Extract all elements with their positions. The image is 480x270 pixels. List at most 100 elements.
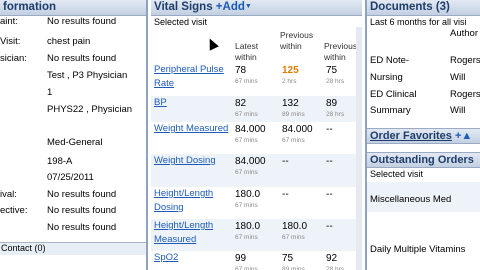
vital-name-link[interactable]: BP: [154, 96, 232, 110]
outstanding-orders-header: Outstanding Orders: [367, 152, 480, 168]
vital-time: 2 hrs: [282, 78, 297, 85]
vital-time: 67 mins: [235, 169, 258, 176]
add-favorite-icon[interactable]: +▲: [455, 130, 472, 142]
info-row-value: No results found: [47, 16, 117, 27]
document-name: Nursing: [370, 72, 403, 83]
vital-cell-prev: 84.000 67 mins: [282, 124, 313, 146]
vital-time: 67 mins: [235, 202, 258, 209]
vital-time: 67 mins: [235, 78, 258, 85]
vital-value: 180.0: [235, 189, 261, 200]
info-row-value: 198-A: [47, 156, 73, 167]
vital-value: --: [326, 124, 333, 135]
vital-value: 89: [326, 98, 338, 109]
vital-name-link[interactable]: Height/Length Measured: [154, 219, 232, 247]
documents-count: (3): [435, 1, 450, 13]
outstanding-orders-title: Outstanding Orders: [370, 154, 474, 166]
vital-time: 67 mins: [235, 111, 258, 118]
info-row-value: No results found: [47, 189, 117, 200]
info-row-value: Test , P3 Physician: [47, 70, 128, 81]
vital-value: 78: [235, 65, 247, 76]
info-row-label: ival:: [0, 189, 17, 200]
order-favorites-header[interactable]: Order Favorites +▲: [367, 128, 480, 144]
document-author: Rogers: [450, 55, 480, 66]
vital-time: 67 mins: [235, 137, 258, 144]
vital-cell-latest: 78 67 mins: [235, 65, 258, 87]
col-previous-header: Previous within: [280, 30, 314, 51]
document-name: Summary: [370, 105, 411, 116]
outstanding-item[interactable]: Miscellaneous Med: [370, 194, 451, 205]
info-row-value: 1: [47, 87, 53, 98]
documents-subtitle: Last 6 months for all visi: [370, 17, 467, 27]
vital-name-link[interactable]: Weight Measured: [154, 122, 232, 136]
vital-time: 28 hrs: [326, 266, 345, 270]
right-panel: Documents (3) Last 6 months for all visi…: [365, 0, 480, 270]
vital-signs-title: Vital Signs: [154, 1, 213, 13]
vital-value: --: [326, 189, 333, 200]
vital-time: 67 mins: [282, 234, 305, 241]
vital-time: 28 hrs: [326, 78, 345, 85]
dropdown-arrow-icon[interactable]: ▼: [245, 3, 252, 10]
info-row-value: 07/25/2011: [47, 172, 94, 183]
vital-name-link[interactable]: Weight Dosing: [154, 154, 232, 168]
vital-name-link[interactable]: Peripheral Pulse Rate: [154, 63, 232, 91]
vital-cell-prev2: --: [326, 156, 333, 167]
info-row-value: Med-General: [47, 137, 103, 148]
vital-value: 75: [326, 65, 338, 76]
patient-info-header: formation: [0, 0, 146, 16]
vital-row: SpO2 99 67 mins 75 89 mins 92 28 hrs: [151, 251, 362, 270]
vital-cell-prev2: --: [326, 221, 333, 232]
outstanding-subtitle: Selected visit: [370, 169, 424, 179]
vital-signs-header: Vital Signs +Add▼: [151, 0, 362, 16]
vital-time: 67 mins: [282, 137, 305, 144]
vital-value: 125: [282, 65, 299, 76]
info-row-label: Visit:: [0, 36, 21, 47]
info-row-value: No results found: [47, 205, 117, 216]
vital-signs-panel: Vital Signs +Add▼ Selected visit Latest …: [151, 0, 362, 270]
vital-value: 84.000: [235, 156, 266, 167]
vital-time: 67 mins: [235, 266, 258, 270]
vital-cell-prev: 75 89 mins: [282, 253, 305, 270]
vital-value: --: [282, 156, 289, 167]
vital-cell-latest: 180.0 67 mins: [235, 221, 260, 243]
vital-value: --: [326, 221, 333, 232]
vital-time: 28 hrs: [326, 111, 345, 118]
vital-row: Weight Dosing 84.000 67 mins -- --: [151, 154, 362, 187]
vital-value: 84.000: [235, 124, 266, 135]
vital-cell-latest: 180.0 67 mins: [235, 189, 260, 211]
vital-cell-latest: 84.000 67 mins: [235, 124, 266, 146]
vital-cell-prev: 132 89 mins: [282, 98, 305, 120]
info-row-label: ective:: [0, 205, 28, 216]
info-row-value: PHYS22 , Physician: [47, 104, 133, 115]
vital-cell-prev: --: [282, 156, 289, 167]
vital-value: 75: [282, 253, 294, 264]
document-name: ED Note-: [370, 55, 410, 66]
vital-time: 67 mins: [235, 234, 258, 241]
vital-cell-prev: 125 2 hrs: [282, 65, 299, 87]
vital-cell-prev: 180.0 67 mins: [282, 221, 307, 243]
vital-cell-latest: 82 67 mins: [235, 98, 258, 120]
vital-cell-prev: --: [282, 189, 289, 200]
vital-cell-prev2: 89 28 hrs: [326, 98, 344, 120]
vital-name-link[interactable]: Height/Length Dosing: [154, 187, 232, 215]
vital-value: 84.000: [282, 124, 313, 135]
contact-footer[interactable]: Contact (0): [0, 242, 146, 255]
vital-value: --: [282, 189, 289, 200]
info-row-value: No results found: [47, 222, 117, 233]
vital-name-link[interactable]: SpO2: [154, 251, 232, 265]
vitals-scrollbar[interactable]: [356, 27, 362, 270]
vital-row: Peripheral Pulse Rate 78 67 mins 125 2 hrs 75…: [151, 63, 362, 96]
vital-cell-prev2: 92 28 hrs: [326, 253, 344, 270]
vital-value: 180.0: [235, 221, 261, 232]
add-vitals-button[interactable]: +Add▼: [216, 1, 252, 13]
order-favorites-title[interactable]: Order Favorites: [370, 130, 452, 142]
vital-cell-prev2: --: [326, 124, 333, 135]
documents-header: Documents (3): [367, 0, 480, 16]
vital-value: 92: [326, 253, 338, 264]
vital-row: Height/Length Measured 180.0 67 mins 180.0 6…: [151, 219, 362, 251]
vitals-subtitle: Selected visit: [154, 17, 208, 27]
info-row-label: sician:: [0, 53, 27, 64]
vital-cell-latest: 84.000 67 mins: [235, 156, 266, 178]
document-name: ED Clinical: [370, 89, 417, 100]
vital-value: 99: [235, 253, 247, 264]
outstanding-item[interactable]: Daily Multiple Vitamins: [370, 244, 465, 255]
